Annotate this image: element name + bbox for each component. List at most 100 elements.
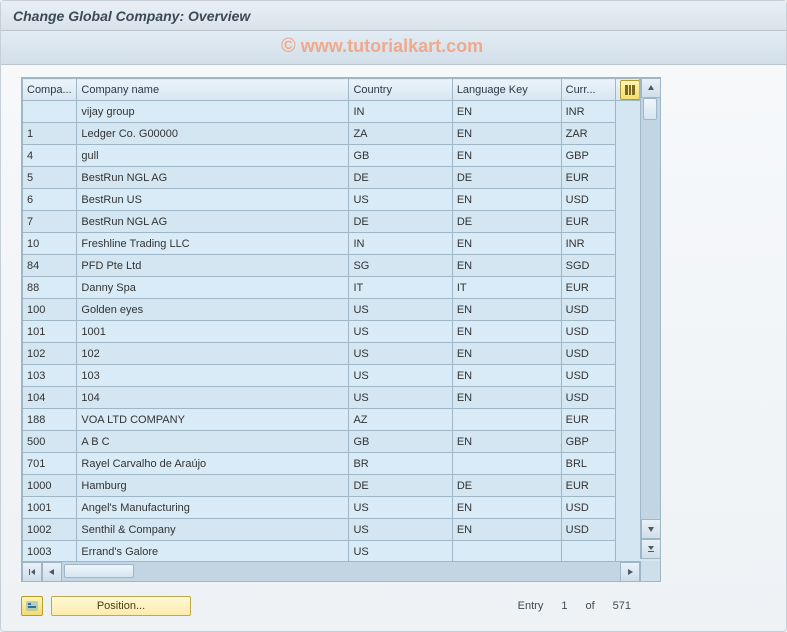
cell-language[interactable]: EN: [452, 299, 561, 321]
scroll-left-button[interactable]: [42, 562, 62, 582]
cell-company[interactable]: [23, 101, 77, 123]
col-header-currency[interactable]: Curr...: [561, 79, 615, 101]
cell-country[interactable]: US: [349, 299, 452, 321]
table-row[interactable]: 1011001USENUSD: [23, 321, 640, 343]
cell-company-name[interactable]: Hamburg: [77, 475, 349, 497]
table-row[interactable]: 1000HamburgDEDEEUR: [23, 475, 640, 497]
table-row[interactable]: vijay groupINENINR: [23, 101, 640, 123]
cell-country[interactable]: SG: [349, 255, 452, 277]
cell-company[interactable]: 5: [23, 167, 77, 189]
table-row[interactable]: 1003Errand's GaloreUS: [23, 541, 640, 563]
cell-company-name[interactable]: 103: [77, 365, 349, 387]
cell-company-name[interactable]: Senthil & Company: [77, 519, 349, 541]
cell-company[interactable]: 88: [23, 277, 77, 299]
table-settings-icon[interactable]: [620, 80, 639, 100]
cell-language[interactable]: EN: [452, 497, 561, 519]
cell-language[interactable]: IT: [452, 277, 561, 299]
cell-language[interactable]: EN: [452, 387, 561, 409]
cell-currency[interactable]: USD: [561, 365, 615, 387]
cell-language[interactable]: EN: [452, 431, 561, 453]
cell-country[interactable]: US: [349, 519, 452, 541]
cell-company[interactable]: 188: [23, 409, 77, 431]
cell-company-name[interactable]: Ledger Co. G00000: [77, 123, 349, 145]
table-row[interactable]: 500A B CGBENGBP: [23, 431, 640, 453]
table-row[interactable]: 10Freshline Trading LLCINENINR: [23, 233, 640, 255]
cell-currency[interactable]: GBP: [561, 145, 615, 167]
cell-currency[interactable]: [561, 541, 615, 563]
scroll-right-button[interactable]: [620, 562, 640, 582]
cell-language[interactable]: [452, 541, 561, 563]
cell-currency[interactable]: INR: [561, 233, 615, 255]
cell-company[interactable]: 7: [23, 211, 77, 233]
cell-company[interactable]: 102: [23, 343, 77, 365]
cell-currency[interactable]: EUR: [561, 409, 615, 431]
cell-company[interactable]: 101: [23, 321, 77, 343]
cell-country[interactable]: GB: [349, 145, 452, 167]
table-row[interactable]: 5BestRun NGL AGDEDEEUR: [23, 167, 640, 189]
cell-country[interactable]: IT: [349, 277, 452, 299]
cell-company-name[interactable]: Rayel Carvalho de Araújo: [77, 453, 349, 475]
cell-language[interactable]: DE: [452, 167, 561, 189]
cell-language[interactable]: DE: [452, 211, 561, 233]
vscroll-thumb[interactable]: [643, 98, 657, 120]
cell-company[interactable]: 6: [23, 189, 77, 211]
cell-company[interactable]: 1001: [23, 497, 77, 519]
col-header-name[interactable]: Company name: [77, 79, 349, 101]
cell-company-name[interactable]: Freshline Trading LLC: [77, 233, 349, 255]
cell-company[interactable]: 701: [23, 453, 77, 475]
cell-country[interactable]: IN: [349, 101, 452, 123]
cell-company[interactable]: 1: [23, 123, 77, 145]
col-header-language[interactable]: Language Key: [452, 79, 561, 101]
cell-language[interactable]: [452, 409, 561, 431]
cell-country[interactable]: US: [349, 497, 452, 519]
cell-company[interactable]: 103: [23, 365, 77, 387]
cell-language[interactable]: EN: [452, 101, 561, 123]
cell-country[interactable]: US: [349, 387, 452, 409]
cell-language[interactable]: [452, 453, 561, 475]
table-row[interactable]: 4gullGBENGBP: [23, 145, 640, 167]
cell-currency[interactable]: BRL: [561, 453, 615, 475]
cell-language[interactable]: EN: [452, 123, 561, 145]
cell-language[interactable]: EN: [452, 189, 561, 211]
cell-company-name[interactable]: Angel's Manufacturing: [77, 497, 349, 519]
cell-country[interactable]: US: [349, 321, 452, 343]
cell-country[interactable]: DE: [349, 475, 452, 497]
cell-company-name[interactable]: gull: [77, 145, 349, 167]
scroll-down-button[interactable]: [641, 519, 661, 539]
cell-currency[interactable]: USD: [561, 497, 615, 519]
cell-language[interactable]: EN: [452, 145, 561, 167]
cell-currency[interactable]: SGD: [561, 255, 615, 277]
cell-company-name[interactable]: 104: [77, 387, 349, 409]
cell-company-name[interactable]: VOA LTD COMPANY: [77, 409, 349, 431]
cell-language[interactable]: EN: [452, 365, 561, 387]
cell-company[interactable]: 1003: [23, 541, 77, 563]
cell-company[interactable]: 1002: [23, 519, 77, 541]
cell-language[interactable]: EN: [452, 233, 561, 255]
hscroll-track[interactable]: [62, 562, 620, 581]
cell-country[interactable]: BR: [349, 453, 452, 475]
cell-country[interactable]: GB: [349, 431, 452, 453]
cell-company-name[interactable]: PFD Pte Ltd: [77, 255, 349, 277]
scroll-first-button[interactable]: [22, 562, 42, 582]
cell-company[interactable]: 104: [23, 387, 77, 409]
cell-currency[interactable]: USD: [561, 321, 615, 343]
cell-company[interactable]: 84: [23, 255, 77, 277]
table-row[interactable]: 188VOA LTD COMPANYAZEUR: [23, 409, 640, 431]
cell-currency[interactable]: USD: [561, 343, 615, 365]
cell-company-name[interactable]: BestRun NGL AG: [77, 211, 349, 233]
cell-currency[interactable]: USD: [561, 519, 615, 541]
cell-language[interactable]: EN: [452, 321, 561, 343]
cell-language[interactable]: EN: [452, 255, 561, 277]
cell-company-name[interactable]: Golden eyes: [77, 299, 349, 321]
table-row[interactable]: 1002Senthil & CompanyUSENUSD: [23, 519, 640, 541]
cell-company-name[interactable]: BestRun NGL AG: [77, 167, 349, 189]
cell-country[interactable]: DE: [349, 211, 452, 233]
cell-currency[interactable]: USD: [561, 299, 615, 321]
table-row[interactable]: 84PFD Pte LtdSGENSGD: [23, 255, 640, 277]
scroll-up-button[interactable]: [641, 78, 661, 98]
cell-country[interactable]: US: [349, 189, 452, 211]
table-row[interactable]: 102102USENUSD: [23, 343, 640, 365]
table-row[interactable]: 1Ledger Co. G00000ZAENZAR: [23, 123, 640, 145]
cell-currency[interactable]: EUR: [561, 277, 615, 299]
scroll-bottom-button[interactable]: [641, 539, 661, 559]
